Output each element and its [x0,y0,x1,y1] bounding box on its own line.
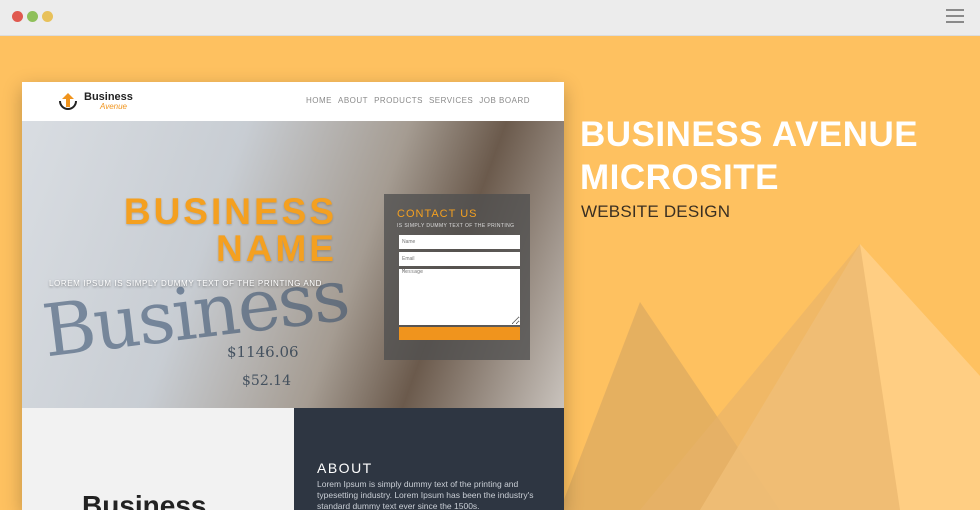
nav-job-board[interactable]: JOB BOARD [479,96,530,105]
contact-title: CONTACT US [397,208,478,220]
business-avenue-logo[interactable]: Business Avenue [58,91,133,111]
nav-home[interactable]: HOME [306,96,332,105]
project-title-line1: BUSINESS AVENUE [580,115,919,154]
maximize-window-button[interactable] [42,11,53,22]
mockup-navbar: Business Avenue HOME ABOUT PRODUCTS SERV… [22,82,564,121]
logo-line2: Avenue [100,101,127,111]
hamburger-menu-icon[interactable] [946,9,964,25]
contact-name-input[interactable] [399,235,520,249]
hero-title-line1: BUSINESS [123,191,337,232]
browser-titlebar [0,0,980,36]
nav-about[interactable]: ABOUT [338,96,368,105]
project-title-line2: MICROSITE [580,157,779,197]
newspaper-price-2: $52.14 [242,373,291,389]
nav-services[interactable]: SERVICES [429,96,473,105]
hero-title-line2: NAME [216,228,337,269]
contact-email-input[interactable] [399,252,520,266]
nav-products[interactable]: PRODUCTS [374,96,423,105]
lower-logo-text: Business [82,490,207,510]
contact-submit-button[interactable] [399,327,520,340]
contact-subtitle: IS SIMPLY DUMMY TEXT OF THE PRINTING [397,223,515,229]
logo-text: Business Avenue [84,90,133,111]
about-text: Lorem Ipsum is simply dummy text of the … [317,479,534,510]
logo-mark-icon [58,91,78,111]
website-mockup: Business Avenue HOME ABOUT PRODUCTS SERV… [22,82,564,510]
mockup-nav-links: HOME ABOUT PRODUCTS SERVICES JOB BOARD [306,96,530,105]
minimize-window-button[interactable] [27,11,38,22]
hero-section: Business $1146.06 $52.14 BUSINESS NAME L… [22,121,564,408]
newspaper-price-1: $1146.06 [227,343,299,361]
hero-title: BUSINESS NAME [122,193,337,267]
newspaper-headline: Business [38,252,353,374]
close-window-button[interactable] [12,11,23,22]
contact-message-input[interactable] [399,269,520,325]
about-section: ABOUT Lorem Ipsum is simply dummy text o… [294,408,564,510]
project-title: BUSINESS AVENUE MICROSITE [580,114,918,199]
about-title: ABOUT [317,460,373,476]
logo-line1: Business [84,90,133,103]
project-subtitle: WEBSITE DESIGN [581,202,731,221]
hero-subtitle: LOREM IPSUM IS SIMPLY DUMMY TEXT OF THE … [49,279,323,288]
lower-logo-panel: Business [22,408,294,510]
contact-form: CONTACT US IS SIMPLY DUMMY TEXT OF THE P… [384,194,530,360]
